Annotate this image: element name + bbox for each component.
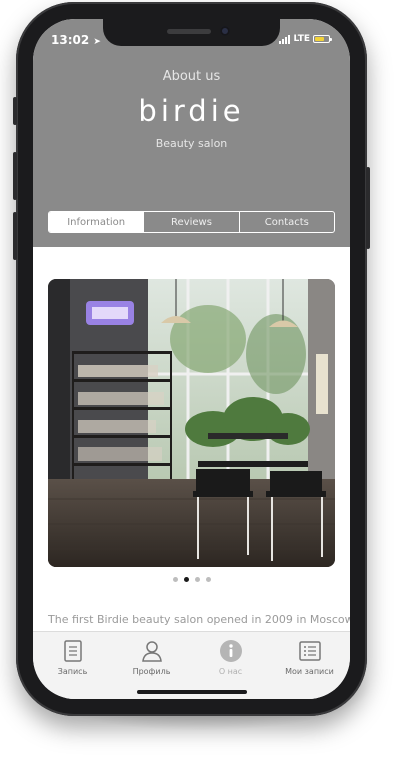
tab-information[interactable]: Information bbox=[49, 212, 144, 232]
signal-icon bbox=[279, 34, 291, 44]
mute-switch bbox=[13, 97, 17, 125]
salon-description: The first Birdie beauty salon opened in … bbox=[48, 613, 350, 626]
segmented-tabs: Information Reviews Contacts bbox=[48, 211, 335, 233]
tabbar-item-profile[interactable]: Профиль bbox=[112, 638, 191, 676]
page-dot-4[interactable] bbox=[205, 577, 211, 582]
bottom-tab-bar: Запись Профиль О нас Мои записи bbox=[33, 631, 350, 699]
app-screen: 13:02 ➤ LTE About us birdie Beauty salon… bbox=[33, 19, 350, 699]
info-icon bbox=[191, 638, 270, 664]
tabbar-label: Запись bbox=[57, 667, 88, 676]
speaker bbox=[167, 29, 211, 34]
list-icon bbox=[270, 638, 349, 664]
volume-down-button bbox=[13, 212, 17, 260]
page-dot-2[interactable] bbox=[183, 577, 189, 582]
phone-frame: 13:02 ➤ LTE About us birdie Beauty salon… bbox=[13, 2, 370, 716]
page-dot-3[interactable] bbox=[194, 577, 200, 582]
tabbar-label: Мои записи bbox=[285, 667, 334, 676]
network-type: LTE bbox=[293, 34, 310, 44]
location-arrow-icon: ➤ bbox=[93, 37, 101, 47]
power-button bbox=[366, 167, 370, 249]
tabbar-item-my-bookings[interactable]: Мои записи bbox=[270, 638, 349, 676]
tabbar-item-booking[interactable]: Запись bbox=[33, 638, 112, 676]
tab-contacts[interactable]: Contacts bbox=[238, 212, 334, 232]
status-time-text: 13:02 bbox=[51, 33, 90, 47]
home-indicator[interactable] bbox=[137, 690, 247, 694]
section-title: About us bbox=[162, 69, 221, 84]
notch bbox=[103, 19, 280, 46]
camera bbox=[220, 26, 230, 36]
brand-logo: birdie bbox=[138, 94, 245, 128]
volume-up-button bbox=[13, 152, 17, 200]
document-list-icon bbox=[33, 638, 112, 664]
header: 13:02 ➤ LTE About us birdie Beauty salon… bbox=[33, 19, 350, 247]
gallery-pagination bbox=[33, 577, 350, 582]
page-dot-1[interactable] bbox=[172, 577, 178, 582]
brand-subtitle: Beauty salon bbox=[155, 137, 228, 150]
tabbar-label: О нас bbox=[218, 667, 243, 676]
status-indicators: LTE bbox=[279, 34, 332, 44]
tabbar-label: Профиль bbox=[132, 667, 171, 676]
person-icon bbox=[112, 638, 191, 664]
tabbar-item-about[interactable]: О нас bbox=[191, 638, 270, 676]
salon-photo[interactable] bbox=[48, 279, 335, 567]
tab-reviews[interactable]: Reviews bbox=[143, 212, 238, 232]
battery-icon bbox=[313, 35, 332, 43]
status-time: 13:02 ➤ bbox=[51, 33, 101, 47]
